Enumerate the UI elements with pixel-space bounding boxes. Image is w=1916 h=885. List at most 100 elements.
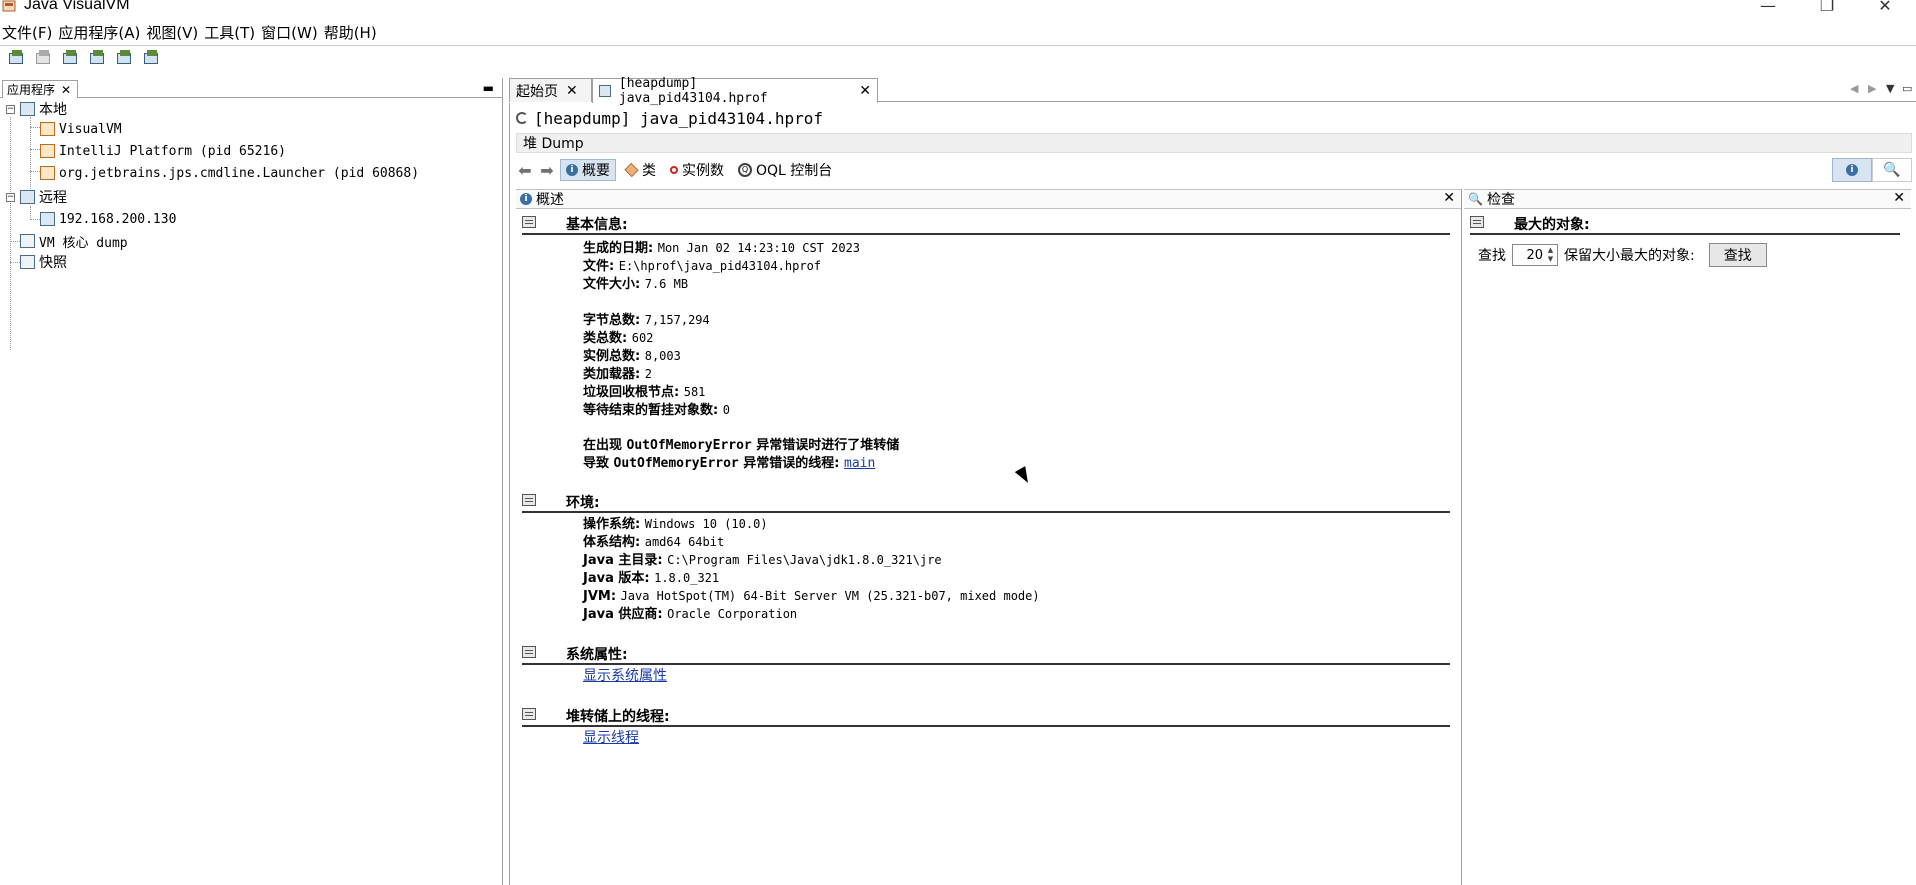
title-bar: Java VisualVM — ❐ ✕ bbox=[0, 0, 1916, 15]
tree-node-local[interactable]: 本地 bbox=[20, 100, 67, 118]
close-window-button[interactable]: ✕ bbox=[1875, 0, 1895, 15]
applications-panel-header: 应用程序 ✕ ▬ bbox=[0, 78, 502, 98]
forward-arrow-icon[interactable]: ➡ bbox=[538, 161, 556, 180]
main-toolbar bbox=[0, 45, 1916, 69]
tree-node-launcher[interactable]: org.jetbrains.jps.cmdline.Launcher (pid … bbox=[40, 164, 419, 182]
java-app-icon bbox=[40, 166, 55, 180]
document-title: [heapdump] java_pid43104.hprof bbox=[516, 107, 823, 129]
maximize-button[interactable]: ❐ bbox=[1817, 0, 1837, 15]
toggle-info-button[interactable]: i bbox=[1832, 158, 1872, 182]
applications-tab-label: 应用程序 bbox=[7, 83, 56, 97]
applications-tree: − 本地 VisualVM IntelliJ Platform (pid 652… bbox=[0, 98, 502, 798]
load-coredump-icon[interactable] bbox=[143, 49, 160, 66]
menu-help[interactable]: 帮助(H) bbox=[322, 22, 381, 43]
disabled-icon bbox=[35, 49, 52, 66]
window-title: Java VisualVM bbox=[24, 0, 130, 13]
search-icon: 🔍 bbox=[1468, 192, 1483, 206]
close-tab-icon[interactable]: ✕ bbox=[566, 83, 578, 99]
section-biggest-objects: 最大的对象: bbox=[1464, 213, 1904, 235]
section-environment: 环境: 操作系统: Windows 10 (10.0) 体系结构: amd64 … bbox=[516, 491, 1456, 622]
add-jmx-icon[interactable] bbox=[62, 49, 79, 66]
section-icon bbox=[522, 708, 536, 720]
info-icon: i bbox=[1846, 164, 1858, 176]
section-icon bbox=[1470, 216, 1484, 228]
view-navbar: ⬅ ➡ i 概要 类 实例数 Q OQL 控制台 i 🔍 bbox=[516, 158, 1912, 182]
tree-node-visualvm[interactable]: VisualVM bbox=[40, 120, 122, 138]
tree-node-remote-host[interactable]: 192.168.200.130 bbox=[40, 210, 176, 228]
open-app-icon[interactable] bbox=[8, 49, 25, 66]
section-basic-info: 基本信息: 生成的日期: Mon Jan 02 14:23:10 CST 202… bbox=[516, 213, 1456, 471]
show-system-properties-link[interactable]: 显示系统属性 bbox=[583, 668, 667, 684]
snapshot-icon bbox=[20, 255, 35, 269]
scroll-tabs-right-icon[interactable]: ▶ bbox=[1868, 82, 1876, 95]
instances-icon bbox=[670, 166, 678, 174]
menu-file[interactable]: 文件(F) bbox=[0, 22, 56, 43]
section-icon bbox=[522, 646, 536, 658]
coredump-icon bbox=[20, 234, 35, 248]
summary-panel: i 概述 ✕ 基本信息: 生成的日期: Mon Jan 02 14:23:10 … bbox=[516, 189, 1462, 885]
close-icon[interactable]: ✕ bbox=[1443, 190, 1455, 206]
loading-spinner-icon bbox=[516, 112, 528, 124]
classes-icon bbox=[624, 162, 639, 178]
view-oql-button[interactable]: Q OQL 控制台 bbox=[733, 159, 837, 181]
tree-node-remote[interactable]: 远程 bbox=[20, 188, 67, 206]
maximize-doc-icon[interactable]: ▭ bbox=[1902, 82, 1912, 95]
tree-node-intellij[interactable]: IntelliJ Platform (pid 65216) bbox=[40, 142, 286, 160]
visualvm-app-icon bbox=[2, 0, 16, 12]
view-summary-button[interactable]: i 概要 bbox=[560, 159, 616, 181]
back-arrow-icon[interactable]: ⬅ bbox=[516, 161, 534, 180]
show-threads-link[interactable]: 显示线程 bbox=[583, 730, 639, 746]
tree-node-vm-coredump[interactable]: VM 核心 dump bbox=[20, 232, 128, 251]
summary-panel-header: i 概述 ✕ bbox=[516, 189, 1461, 209]
heapdump-tab-icon bbox=[599, 85, 611, 97]
add-remote-host-icon[interactable] bbox=[89, 49, 106, 66]
section-icon bbox=[522, 494, 536, 506]
menu-tools[interactable]: 工具(T) bbox=[202, 22, 259, 43]
toggle-inspect-button[interactable]: 🔍 bbox=[1872, 158, 1912, 182]
minimize-panel-icon[interactable]: ▬ bbox=[483, 81, 494, 95]
applications-tab[interactable]: 应用程序 ✕ bbox=[2, 80, 79, 98]
collapse-local-icon[interactable]: − bbox=[6, 105, 15, 114]
inspect-panel-header: 🔍 检查 ✕ bbox=[1464, 189, 1911, 209]
heap-dump-bar: 堆 Dump bbox=[516, 133, 1912, 153]
heap-dump-label: 堆 Dump bbox=[523, 136, 584, 152]
panel-toggle-buttons: i 🔍 bbox=[1832, 158, 1912, 182]
inspect-panel: 🔍 检查 ✕ 最大的对象: 查找 20 ▲ ▼ 保留大小最大的对象: 查找 bbox=[1464, 189, 1911, 885]
menu-view[interactable]: 视图(V) bbox=[144, 22, 202, 43]
close-icon[interactable]: ✕ bbox=[1893, 190, 1905, 206]
oome-thread-link[interactable]: main bbox=[844, 456, 875, 471]
find-row: 查找 20 ▲ ▼ 保留大小最大的对象: 查找 bbox=[1478, 243, 1767, 267]
java-app-icon bbox=[40, 122, 55, 136]
object-count-spinner[interactable]: 20 ▲ ▼ bbox=[1512, 244, 1558, 266]
menu-bar: 文件(F) 应用程序(A) 视图(V) 工具(T) 窗口(W) 帮助(H) bbox=[0, 20, 1916, 44]
find-button[interactable]: 查找 bbox=[1708, 243, 1767, 267]
java-app-icon bbox=[40, 144, 55, 158]
collapse-remote-icon[interactable]: − bbox=[6, 193, 15, 202]
scroll-tabs-left-icon[interactable]: ◀ bbox=[1850, 82, 1858, 95]
remote-host-icon bbox=[20, 190, 35, 204]
view-classes-button[interactable]: 类 bbox=[620, 159, 661, 181]
menu-application[interactable]: 应用程序(A) bbox=[56, 22, 144, 43]
tab-heapdump[interactable]: [heapdump] java_pid43104.hprof ✕ bbox=[592, 76, 878, 106]
tree-node-snapshots[interactable]: 快照 bbox=[20, 253, 67, 271]
spinner-arrows-icon[interactable]: ▲ ▼ bbox=[1545, 246, 1556, 264]
heapdump-document: [heapdump] java_pid43104.hprof 堆 Dump ⬅ … bbox=[509, 103, 1916, 885]
document-tab-row: 起始页 ✕ [heapdump] java_pid43104.hprof ✕ ◀… bbox=[509, 76, 1916, 106]
oql-icon: Q bbox=[738, 163, 752, 177]
close-icon[interactable]: ✕ bbox=[61, 83, 71, 97]
info-icon: i bbox=[520, 193, 532, 205]
tab-list-dropdown-icon[interactable]: ▼ bbox=[1886, 82, 1894, 95]
section-threads: 堆转储上的线程: 显示线程 bbox=[516, 705, 1456, 746]
section-icon bbox=[522, 216, 536, 228]
info-icon: i bbox=[566, 164, 578, 176]
applications-panel: 应用程序 ✕ ▬ − 本地 VisualVM IntelliJ Platform… bbox=[0, 78, 503, 885]
view-instances-button[interactable]: 实例数 bbox=[665, 159, 729, 181]
load-snapshot-icon[interactable] bbox=[116, 49, 133, 66]
close-tab-icon[interactable]: ✕ bbox=[859, 83, 871, 99]
minimize-button[interactable]: — bbox=[1758, 0, 1778, 15]
host-icon bbox=[40, 212, 55, 226]
menu-window[interactable]: 窗口(W) bbox=[259, 22, 322, 43]
section-system-properties: 系统属性: 显示系统属性 bbox=[516, 643, 1456, 684]
search-icon: 🔍 bbox=[1883, 162, 1901, 178]
tab-start-page[interactable]: 起始页 ✕ bbox=[509, 78, 592, 102]
